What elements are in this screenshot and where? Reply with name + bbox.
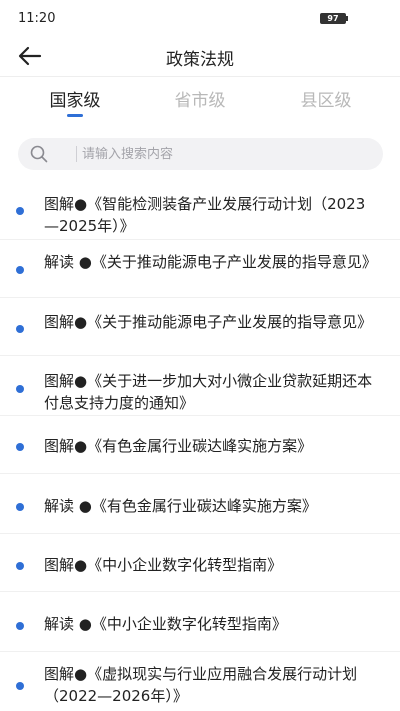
list-item[interactable]: 解读 ●《中小企业数字化转型指南》 bbox=[0, 591, 400, 652]
tab-provincial[interactable]: 省市级 bbox=[140, 86, 260, 111]
list-item-title: 图解●《有色金属行业碳达峰实施方案》 bbox=[44, 437, 313, 455]
level-tabs: 国家级 省市级 县区级 bbox=[0, 82, 400, 122]
list-item-title: 图解●《关于进一步加大对小微企业贷款延期还本付息支持力度的通知》 bbox=[44, 372, 373, 412]
search-input[interactable] bbox=[82, 138, 372, 170]
battery-level: 97 bbox=[327, 14, 339, 23]
search-divider bbox=[76, 146, 77, 162]
bullet-dot bbox=[16, 325, 24, 333]
bullet-dot bbox=[16, 503, 24, 511]
list-item[interactable]: 图解●《关于推动能源电子产业发展的指导意见》 bbox=[0, 297, 400, 356]
header-divider bbox=[0, 76, 400, 77]
bullet-dot bbox=[16, 443, 24, 451]
list-item[interactable]: 图解●《中小企业数字化转型指南》 bbox=[0, 533, 400, 592]
list-item-title: 解读 ●《有色金属行业碳达峰实施方案》 bbox=[44, 497, 317, 515]
search-icon bbox=[30, 145, 48, 163]
bullet-dot bbox=[16, 622, 24, 630]
battery-icon: 97 bbox=[320, 13, 346, 24]
list-item[interactable]: 图解●《智能检测装备产业发展行动计划（2023—2025年）》 bbox=[0, 181, 400, 240]
list-item[interactable]: 图解●《虚拟现实与行业应用融合发展行动计划（2022—2026年）》 bbox=[0, 651, 400, 711]
list-item-title: 图解●《智能检测装备产业发展行动计划（2023—2025年）》 bbox=[44, 195, 366, 235]
bullet-dot bbox=[16, 266, 24, 274]
header: 政策法规 bbox=[0, 36, 400, 76]
list-item-title: 图解●《虚拟现实与行业应用融合发展行动计划（2022—2026年）》 bbox=[44, 665, 358, 705]
list-item[interactable]: 解读 ●《有色金属行业碳达峰实施方案》 bbox=[0, 473, 400, 534]
bullet-dot bbox=[16, 385, 24, 393]
status-bar: 11:20 97 bbox=[0, 0, 400, 36]
page-title: 政策法规 bbox=[166, 50, 234, 70]
battery-tip bbox=[346, 16, 348, 21]
list-item-title: 图解●《中小企业数字化转型指南》 bbox=[44, 556, 283, 574]
screen: 11:20 97 政策法规 国家级 省市级 县区级 图解● bbox=[0, 0, 400, 711]
active-tab-indicator bbox=[67, 114, 83, 117]
list-item[interactable]: 图解●《有色金属行业碳达峰实施方案》 bbox=[0, 415, 400, 474]
list-item-title: 解读 ●《关于推动能源电子产业发展的指导意见》 bbox=[44, 253, 377, 271]
tab-county[interactable]: 县区级 bbox=[266, 86, 386, 111]
bullet-dot bbox=[16, 562, 24, 570]
status-time: 11:20 bbox=[18, 11, 56, 26]
search-box bbox=[18, 138, 383, 170]
list-item-title: 解读 ●《中小企业数字化转型指南》 bbox=[44, 615, 287, 633]
list-item[interactable]: 图解●《关于进一步加大对小微企业贷款延期还本付息支持力度的通知》 bbox=[0, 355, 400, 416]
list-item-title: 图解●《关于推动能源电子产业发展的指导意见》 bbox=[44, 313, 373, 331]
bullet-dot bbox=[16, 682, 24, 690]
list-item[interactable]: 解读 ●《关于推动能源电子产业发展的指导意见》 bbox=[0, 239, 400, 298]
bullet-dot bbox=[16, 207, 24, 215]
tab-national[interactable]: 国家级 bbox=[15, 86, 135, 111]
